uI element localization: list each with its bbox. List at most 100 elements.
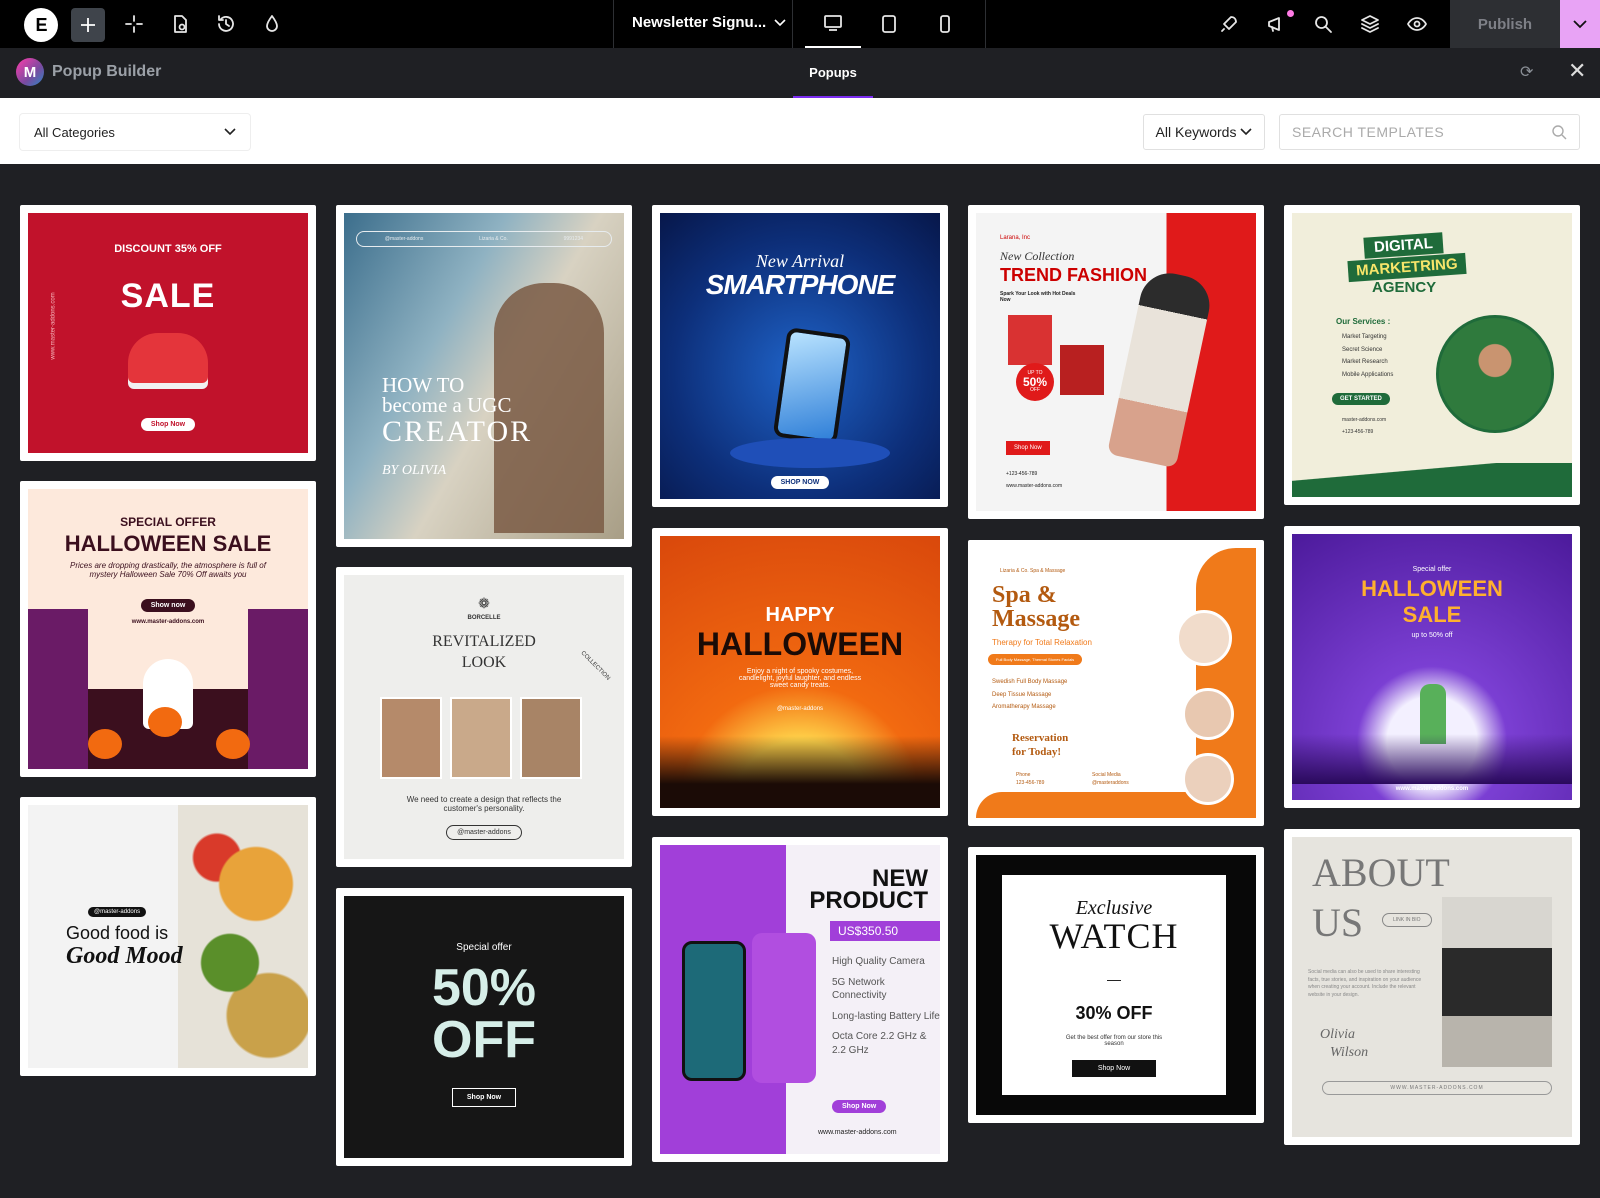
tab-popups[interactable]: Popups [793, 48, 873, 98]
search-templates-input[interactable]: SEARCH TEMPLATES [1279, 114, 1580, 150]
template-card-sale[interactable]: DISCOUNT 35% OFF SALE Shop Now www.maste… [20, 205, 316, 461]
search-placeholder: SEARCH TEMPLATES [1292, 124, 1445, 140]
spa-item: Deep Tissue Massage [992, 691, 1052, 698]
template-card-revitalized[interactable]: ❁ BORCELLE REVITALIZED LOOK COLLECTION W… [336, 567, 632, 867]
template-line1: HAPPY [765, 604, 835, 626]
add-element-button[interactable] [71, 8, 105, 42]
close-button[interactable]: ✕ [1568, 58, 1586, 84]
model-jumping-image [1107, 267, 1215, 469]
publish-options-button[interactable] [1560, 0, 1600, 48]
template-card-about-us[interactable]: ABOUT US LINK IN BIO Social media can al… [1284, 829, 1580, 1145]
page-settings-button[interactable] [164, 8, 196, 40]
template-tag: @master-addons [88, 907, 147, 917]
template-title: HALLOWEEN SALE [64, 531, 272, 556]
template-card-offer50[interactable]: Special offer 50% OFF Shop Now [336, 888, 632, 1166]
template-preview: NEW PRODUCT US$350.50 High Quality Camer… [660, 845, 940, 1154]
template-card-ugc[interactable]: @master-addons Lizaria & Co. 9991234 HOW… [336, 205, 632, 547]
plus-icon [81, 18, 95, 32]
document-selector[interactable]: Newsletter Signu... [632, 14, 786, 31]
template-preview: DIGITAL MARKETRING AGENCY Our Services :… [1292, 213, 1572, 497]
feature-item: Octa Core 2.2 GHz & 2.2 GHz [832, 1031, 927, 1056]
ai-sparkle-button[interactable] [118, 8, 150, 40]
bar-right: 9991234 [563, 236, 584, 242]
template-card-happy-halloween[interactable]: HAPPY HALLOWEEN Enjoy a night of spooky … [652, 528, 948, 816]
template-brand: Lizaria & Co. Spa & Massage [1000, 568, 1066, 574]
divider [985, 0, 986, 48]
template-url: www.master-addons.com [818, 1129, 897, 1136]
template-preview: HAPPY HALLOWEEN Enjoy a night of spooky … [660, 536, 940, 808]
template-preview: New Arrival SMARTPHONE SHOP NOW [660, 213, 940, 499]
shop-now-button: Shop Now [832, 1100, 887, 1113]
template-card-digital-marketing[interactable]: DIGITAL MARKETRING AGENCY Our Services :… [1284, 205, 1580, 505]
desktop-view-button[interactable] [805, 0, 861, 48]
spa-photo [1182, 688, 1234, 740]
publish-button[interactable]: Publish [1450, 0, 1560, 48]
history-button[interactable] [210, 8, 242, 40]
feature-item: High Quality Camera [832, 956, 925, 967]
template-card-new-product[interactable]: NEW PRODUCT US$350.50 High Quality Camer… [652, 837, 948, 1162]
template-card-smartphone[interactable]: New Arrival SMARTPHONE SHOP NOW [652, 205, 948, 507]
refresh-icon[interactable]: ⟳ [1520, 62, 1533, 82]
search-icon [1552, 125, 1567, 140]
template-title: TREND FASHION [1000, 265, 1148, 285]
tablet-view-button[interactable] [861, 0, 917, 48]
keywords-value: All Keywords [1155, 124, 1237, 140]
services-title: Our Services : [1336, 317, 1391, 326]
chevron-down-icon [224, 128, 236, 136]
template-card-trend-fashion[interactable]: Larana, Inc New Collection TREND FASHION… [968, 205, 1264, 519]
droplet-icon [266, 15, 278, 32]
spa-list: Swedish Full Body Massage Deep Tissue Ma… [992, 676, 1067, 714]
pumpkins-silhouette [1292, 734, 1572, 784]
eye-icon [1407, 17, 1427, 31]
template-big1: 50% [431, 959, 537, 1017]
category-select[interactable]: All Categories [20, 114, 250, 150]
template-preview: DISCOUNT 35% OFF SALE Shop Now www.maste… [28, 213, 308, 453]
template-web: master-addons.com [1342, 417, 1387, 423]
watch-panel: Exclusive WATCH — 30% OFF Get the best o… [1002, 875, 1226, 1095]
site-settings-button[interactable] [256, 8, 288, 40]
feature-list: High Quality Camera 5G Network Connectiv… [832, 955, 940, 1057]
layers-icon [1361, 15, 1379, 33]
structure-button[interactable] [1354, 8, 1386, 40]
keywords-select[interactable]: All Keywords [1143, 114, 1265, 150]
template-phone: +123-456-789 [1342, 429, 1374, 435]
template-big2: OFF [432, 1011, 536, 1069]
template-dash: — [1107, 971, 1121, 987]
template-card-spa[interactable]: Lizaria & Co. Spa & Massage Spa & Massag… [968, 540, 1264, 826]
bar-mid: Lizaria & Co. [479, 236, 508, 242]
launch-button[interactable] [1213, 8, 1245, 40]
mobile-view-button[interactable] [917, 0, 973, 48]
template-card-food[interactable]: @master-addons Good food is Good Mood [20, 797, 316, 1076]
green-wave [1292, 463, 1572, 497]
template-line2: Good Mood [66, 943, 183, 969]
template-preview: ABOUT US LINK IN BIO Social media can al… [1292, 837, 1572, 1137]
template-line2: SALE [1402, 602, 1462, 627]
model-photo [380, 697, 442, 779]
link-pill: LINK IN BIO [1382, 913, 1432, 927]
template-button-wrap: Shop Now [832, 1095, 887, 1113]
spa-item: Swedish Full Body Massage [992, 679, 1068, 685]
vegetables-image [178, 805, 308, 1068]
template-sub: up to 50% off [1411, 632, 1453, 639]
template-line3: CREATOR [382, 415, 533, 448]
chevron-down-icon [1573, 19, 1587, 28]
finder-button[interactable] [1307, 8, 1339, 40]
template-line3: AGENCY [1372, 279, 1437, 296]
preview-button[interactable] [1401, 8, 1433, 40]
reservation-line1: Reservation [1012, 732, 1069, 744]
pumpkin-image [148, 707, 182, 737]
woman-with-laptop-photo [1442, 897, 1552, 1067]
phone-image [772, 327, 852, 445]
template-script: New Collection [1000, 249, 1075, 263]
spa-photo [1182, 753, 1234, 805]
template-preview: Lizaria & Co. Spa & Massage Spa & Massag… [976, 548, 1256, 818]
elementor-logo-icon[interactable]: E [24, 8, 58, 42]
template-line2: PRODUCT [809, 887, 928, 914]
template-card-halloween-offer[interactable]: SPECIAL OFFER HALLOWEEN SALE Prices are … [20, 481, 316, 777]
discount-badge: UP TO 50% OFF [1016, 363, 1054, 401]
template-preview: SPECIAL OFFER HALLOWEEN SALE Prices are … [28, 489, 308, 769]
template-card-halloween-purple[interactable]: Special offer HALLOWEEN SALE up to 50% o… [1284, 526, 1580, 808]
template-card-watch[interactable]: Exclusive WATCH — 30% OFF Get the best o… [968, 847, 1264, 1123]
house-right-image [248, 609, 308, 769]
chevron-down-icon [1240, 128, 1253, 136]
